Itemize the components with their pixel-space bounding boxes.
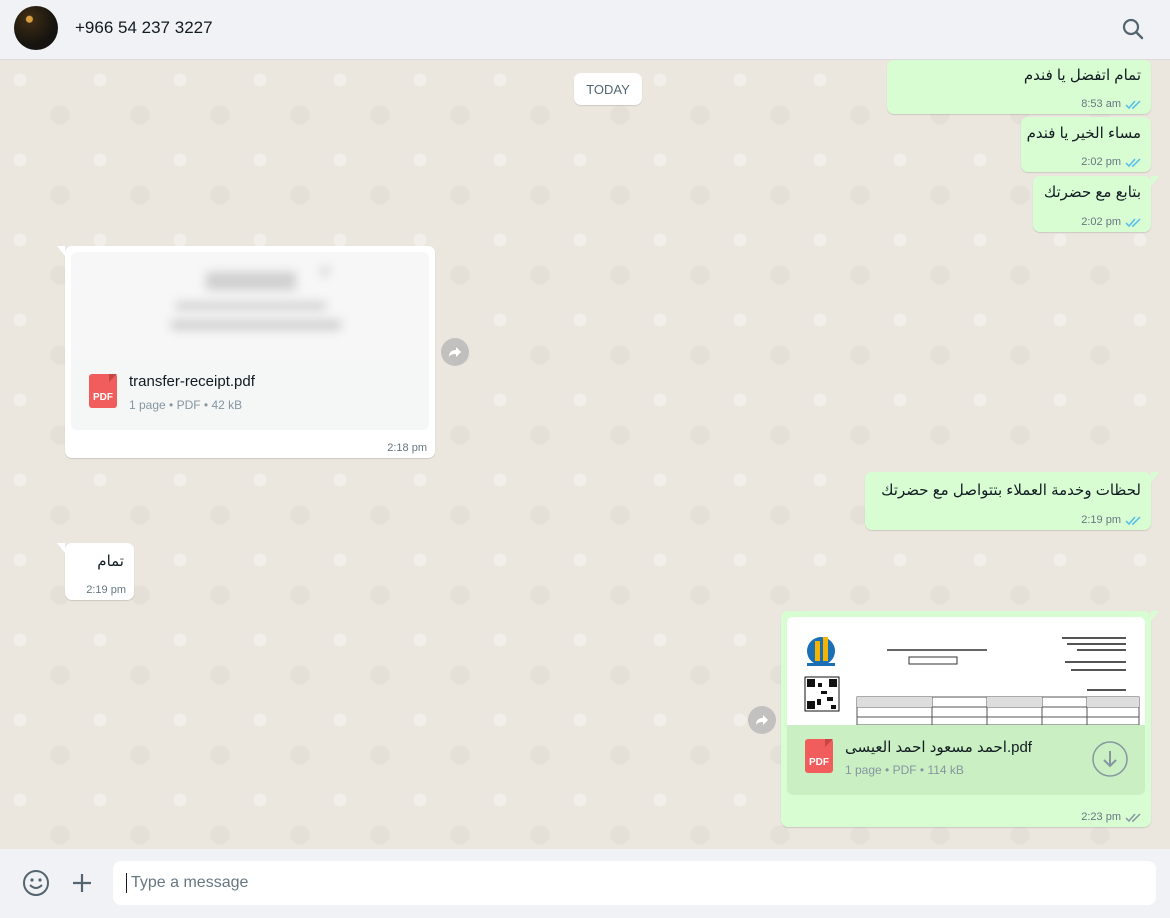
message-bubble-outgoing[interactable]: مساء الخير يا فندم 2:02 pm (1021, 117, 1151, 172)
bubble-tail (57, 246, 65, 256)
message-meta: 2:18 pm (387, 442, 427, 454)
attach-button[interactable] (70, 871, 94, 895)
forward-icon (449, 347, 461, 357)
bubble-tail (1151, 176, 1159, 186)
document-info: 1 page • PDF • 114 kB (845, 763, 964, 777)
message-input[interactable] (113, 861, 1156, 905)
chat-header: +966 54 237 3227 (0, 0, 1170, 60)
message-composer (0, 849, 1170, 918)
delivered-ticks-icon (1125, 812, 1141, 822)
message-time: 2:23 pm (1081, 811, 1121, 823)
bubble-tail (1151, 611, 1159, 621)
date-divider: TODAY (574, 73, 642, 105)
document-name: احمد مسعود احمد العيسى.pdf (845, 739, 1032, 756)
message-time: 2:19 pm (86, 584, 126, 596)
message-text: تمام (97, 553, 124, 570)
read-ticks-icon (1125, 217, 1141, 227)
download-icon (1092, 741, 1128, 777)
message-meta: 8:53 am (1081, 98, 1143, 110)
message-meta: 2:19 pm (1081, 514, 1143, 526)
message-time: 2:19 pm (1081, 514, 1121, 526)
document-card[interactable]: PDF احمد مسعود احمد العيسى.pdf 1 page • … (787, 725, 1145, 795)
message-time: 2:02 pm (1081, 156, 1121, 168)
document-name: transfer-receipt.pdf (129, 373, 255, 390)
document-thumbnail (787, 617, 1145, 725)
document-message-incoming[interactable]: PDF transfer-receipt.pdf 1 page • PDF • … (57, 246, 435, 458)
contact-name[interactable]: +966 54 237 3227 (75, 18, 213, 38)
chat-area[interactable]: TODAY تمام اتفضل يا فندم 8:53 am مساء ال… (0, 60, 1170, 849)
forward-button[interactable] (441, 338, 469, 366)
document-info: 1 page • PDF • 42 kB (129, 398, 243, 412)
message-meta: 2:23 pm (1081, 811, 1143, 823)
contact-avatar[interactable] (14, 6, 58, 50)
forward-icon (756, 715, 768, 725)
message-time: 2:02 pm (1081, 216, 1121, 228)
download-button[interactable] (1091, 740, 1129, 778)
read-ticks-icon (1125, 99, 1141, 109)
message-time: 8:53 am (1081, 98, 1121, 110)
read-ticks-icon (1125, 157, 1141, 167)
bubble-tail (1151, 472, 1159, 482)
read-ticks-icon (1125, 515, 1141, 525)
message-text: لحظات وخدمة العملاء بتتواصل مع حضرتك (881, 482, 1141, 499)
message-bubble-outgoing[interactable]: لحظات وخدمة العملاء بتتواصل مع حضرتك 2:1… (865, 472, 1159, 530)
message-bubble-incoming[interactable]: تمام 2:19 pm (57, 543, 134, 600)
emoji-icon (23, 870, 49, 896)
message-text: مساء الخير يا فندم (1026, 125, 1141, 142)
document-card[interactable]: PDF transfer-receipt.pdf 1 page • PDF • … (71, 360, 429, 430)
message-text: بتابع مع حضرتك (1043, 184, 1141, 201)
plus-icon (73, 874, 91, 892)
emoji-button[interactable] (22, 869, 50, 897)
message-time: 2:18 pm (387, 442, 427, 454)
message-text: تمام اتفضل يا فندم (1023, 67, 1141, 84)
document-message-outgoing[interactable]: PDF احمد مسعود احمد العيسى.pdf 1 page • … (781, 611, 1159, 827)
search-icon (1122, 18, 1144, 40)
forward-button[interactable] (748, 706, 776, 734)
message-bubble-outgoing[interactable]: تمام اتفضل يا فندم 8:53 am (887, 60, 1151, 114)
bubble-tail (57, 543, 65, 553)
pdf-file-icon: PDF (89, 374, 117, 408)
pdf-file-icon: PDF (805, 739, 833, 773)
message-bubble-outgoing[interactable]: بتابع مع حضرتك 2:02 pm (1033, 176, 1159, 232)
document-preview[interactable] (71, 252, 429, 360)
message-meta: 2:02 pm (1081, 216, 1143, 228)
message-meta: 2:19 pm (86, 584, 126, 596)
message-meta: 2:02 pm (1081, 156, 1143, 168)
text-cursor (126, 873, 127, 893)
search-button[interactable] (1118, 14, 1148, 44)
document-preview[interactable] (787, 617, 1145, 725)
